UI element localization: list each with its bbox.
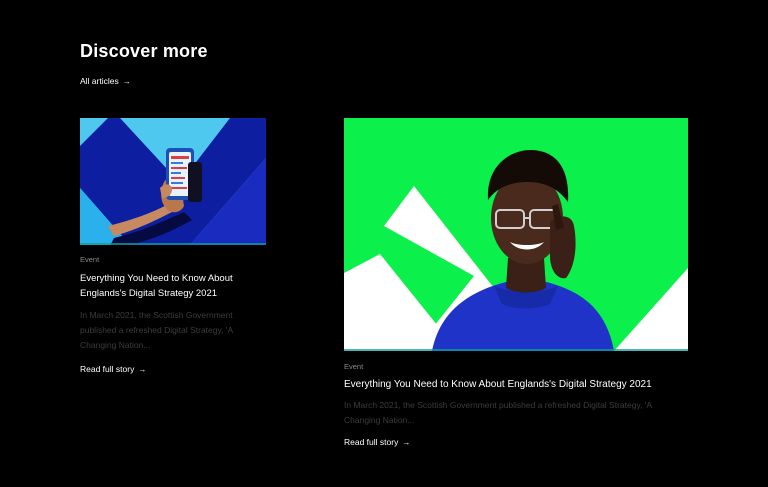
article-excerpt: In March 2021, the Scottish Government p… xyxy=(344,400,652,425)
phone-in-hand-illustration-icon xyxy=(80,118,266,245)
read-full-story-link[interactable]: Read full story → xyxy=(80,364,146,374)
person-with-glasses-photo-icon xyxy=(344,118,688,351)
article-title[interactable]: Everything You Need to Know About Englan… xyxy=(344,377,688,392)
read-full-story-link[interactable]: Read full story → xyxy=(344,437,410,447)
arrow-right-icon: → xyxy=(122,77,131,86)
arrow-right-icon: → xyxy=(138,365,147,374)
article-card-1: Event Everything You Need to Know About … xyxy=(80,118,266,377)
article-image-2[interactable] xyxy=(344,118,688,351)
all-articles-label: All articles xyxy=(80,76,119,86)
article-image-1[interactable] xyxy=(80,118,266,245)
all-articles-link[interactable]: All articles → xyxy=(80,76,131,86)
read-full-story-label: Read full story xyxy=(344,437,399,447)
article-card-2: Event Everything You Need to Know About … xyxy=(344,118,688,450)
article-excerpt: In March 2021, the Scottish Government p… xyxy=(80,310,233,350)
article-tag: Event xyxy=(344,362,364,371)
arrow-right-icon: → xyxy=(402,438,411,447)
article-title[interactable]: Everything You Need to Know About Englan… xyxy=(80,271,266,301)
section-title: Discover more xyxy=(80,41,208,61)
read-full-story-label: Read full story xyxy=(80,364,135,374)
article-tag: Event xyxy=(80,255,100,264)
